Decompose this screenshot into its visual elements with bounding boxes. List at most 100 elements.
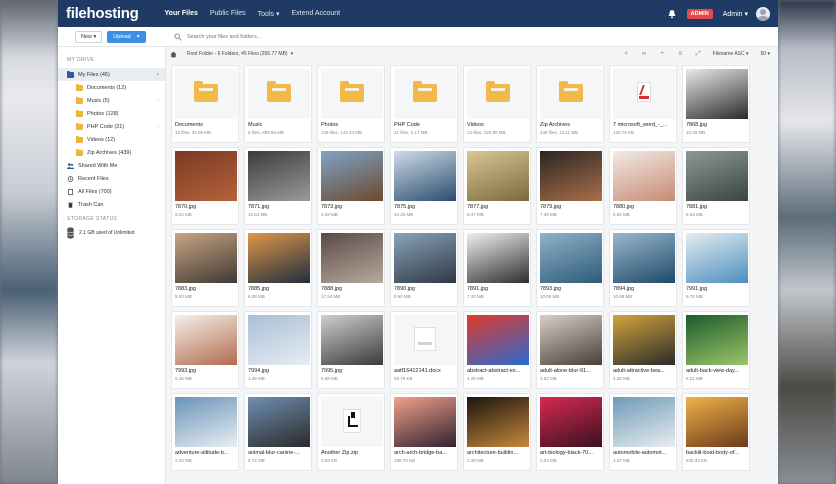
sidebar-item-zip-archives[interactable]: Zip Archives (439) [58, 146, 165, 159]
file-meta: 8.38 MB [248, 294, 265, 299]
new-button[interactable]: New ▾ [75, 30, 103, 43]
file-name: 7883.jpg [175, 286, 197, 292]
image-thumbnail [321, 233, 383, 283]
file-card[interactable]: 7880.jpg 6.94 MB [609, 147, 677, 225]
file-card[interactable]: 7871.jpg 12.54 MB [244, 147, 312, 225]
file-card[interactable]: 7883.jpg 5.93 MB [171, 229, 239, 307]
file-card[interactable]: 7885.jpg 8.38 MB [244, 229, 312, 307]
file-card[interactable]: adventure-altitude-b... 2.03 MB [171, 393, 239, 471]
add-icon[interactable]: + [659, 51, 666, 58]
file-name: 7888.jpg [321, 286, 343, 292]
bell-icon[interactable] [667, 9, 677, 19]
user-menu[interactable]: Admin ▾ [723, 10, 748, 18]
file-card[interactable]: 7875.jpg 10.26 MB [390, 147, 458, 225]
chevron-down-icon[interactable]: ▾ [291, 51, 294, 57]
nav-tools[interactable]: Tools ▾ [258, 10, 280, 18]
file-card[interactable]: automobile-automot... 3.37 MB [609, 393, 677, 471]
file-card[interactable]: art-biology-black-70... 2.03 MB [536, 393, 604, 471]
file-meta: 439 files, 13.11 MB [540, 130, 579, 135]
file-card[interactable]: 7994.jpg 1.48 MB [244, 311, 312, 389]
file-name: 7 microsoft_word_-_... [613, 122, 668, 128]
folder-card[interactable]: Documents 12 files, 34.09 MB [171, 65, 239, 143]
sidebar-item-label: Documents (12) [87, 84, 127, 91]
file-card[interactable]: 7881.jpg 6.63 MB [682, 147, 750, 225]
file-card[interactable]: animal-blur-canine-... 5.74 MB [244, 393, 312, 471]
file-meta: 5 files, 869.56 MB [248, 130, 285, 135]
folder-card[interactable]: PHP Code 21 files, 5.17 MB [390, 65, 458, 143]
file-card[interactable]: backlit-boat-body-of... 636.33 KB [682, 393, 750, 471]
avatar[interactable] [756, 6, 770, 21]
breadcrumb-text[interactable]: Root Folder - 6 Folders, 45 Files (256.7… [187, 51, 288, 57]
sidebar-item-videos[interactable]: Videos (12) [58, 133, 165, 146]
file-meta: 3.83 KB [321, 458, 338, 463]
link-icon[interactable]: ∞ [641, 51, 648, 58]
file-card[interactable]: architecture-buildin... 2.38 MB [463, 393, 531, 471]
sort-select[interactable]: Filename ASC ▾ [713, 51, 749, 57]
file-name: Documents [175, 122, 203, 128]
file-thumbnail [394, 315, 456, 365]
file-card[interactable]: 7995.jpg 6.88 MB [317, 311, 385, 389]
file-card[interactable]: Another Zip.zip 3.83 KB [317, 393, 385, 471]
sidebar-item-recent[interactable]: Recent Files [58, 172, 165, 185]
upload-button[interactable]: Upload ▾ [107, 30, 146, 43]
file-card[interactable]: adult-back-view-day... 5.21 MB [682, 311, 750, 389]
nav-extend-account[interactable]: Extend Account [291, 10, 340, 17]
folder-card[interactable]: Videos 12 files, 225.96 MB [463, 65, 531, 143]
sidebar-item-all-files[interactable]: All Files (700) [58, 185, 165, 198]
image-thumbnail [686, 69, 748, 119]
select-all-icon[interactable]: ≡ [677, 51, 684, 58]
file-card[interactable]: 7 microsoft_word_-_... 125.78 KB [609, 65, 677, 143]
file-name: Music [248, 122, 263, 128]
per-page-select[interactable]: 50 ▾ [761, 51, 770, 57]
sidebar-item-my-files[interactable]: My Files (45) ▾ [58, 68, 165, 81]
app-window: filehosting Your Files Public Files Tool… [58, 0, 778, 484]
file-card[interactable]: 7870.jpg 9.22 MB [171, 147, 239, 225]
sidebar-item-music[interactable]: Music (5) › [58, 94, 165, 107]
folder-icon [194, 81, 218, 102]
file-card[interactable]: 7873.jpg 4.29 MB [317, 147, 385, 225]
image-thumbnail [248, 397, 310, 447]
sidebar-item-photos[interactable]: Photos (128) [58, 107, 165, 120]
file-card[interactable]: 7868.jpg 10.29 MB [682, 65, 750, 143]
nav-your-files[interactable]: Your Files [165, 10, 198, 17]
logo[interactable]: filehosting [66, 5, 139, 22]
file-meta: 5.93 MB [175, 294, 192, 299]
breadcrumb: Root Folder - 6 Folders, 45 Files (256.7… [166, 47, 778, 61]
file-card[interactable]: arch-arch-bridge-ba... 198.70 KB [390, 393, 458, 471]
search-input[interactable] [187, 33, 487, 40]
storage-heading: STORAGE STATUS [67, 216, 118, 222]
image-thumbnail [248, 315, 310, 365]
file-card[interactable]: 7893.jpg 10.09 MB [536, 229, 604, 307]
file-meta: 6.63 MB [686, 212, 703, 217]
file-card[interactable]: adult-alone-blur-91... 3.52 MB [536, 311, 604, 389]
share-icon[interactable]: < [623, 51, 630, 58]
file-card[interactable]: 7888.jpg 17.54 MB [317, 229, 385, 307]
nav-public-files[interactable]: Public Files [210, 10, 246, 17]
file-meta: 12 files, 225.96 MB [467, 130, 506, 135]
file-card[interactable]: 7877.jpg 6.47 MB [463, 147, 531, 225]
image-thumbnail [321, 315, 383, 365]
file-card[interactable]: 7894.jpg 10.95 MB [609, 229, 677, 307]
file-card[interactable]: aatf16412141.docx 50.79 KB [390, 311, 458, 389]
sidebar-item-documents[interactable]: Documents (12) [58, 81, 165, 94]
file-name: 7894.jpg [613, 286, 635, 292]
file-name: art-biology-black-70... [540, 450, 593, 456]
file-card[interactable]: 7991.jpg 5.76 MB [682, 229, 750, 307]
folder-card[interactable]: Photos 128 files, 144.24 MB [317, 65, 385, 143]
folder-card[interactable]: Music 5 files, 869.56 MB [244, 65, 312, 143]
file-meta: 21 files, 5.17 MB [394, 130, 428, 135]
fullscreen-icon[interactable]: ⤢ [695, 51, 702, 58]
file-card[interactable]: 7879.jpg 7.09 MB [536, 147, 604, 225]
sidebar-item-shared[interactable]: Shared With Me [58, 159, 165, 172]
file-card[interactable]: 7993.jpg 5.16 MB [171, 311, 239, 389]
home-icon[interactable] [170, 51, 177, 58]
folder-card[interactable]: Zip Archives 439 files, 13.11 MB [536, 65, 604, 143]
file-card[interactable]: 7890.jpg 9.60 MB [390, 229, 458, 307]
file-card[interactable]: 7891.jpg 7.32 MB [463, 229, 531, 307]
file-card[interactable]: adult-attractive-bea... 4.28 MB [609, 311, 677, 389]
sidebar-item-php-code[interactable]: PHP Code (21) › [58, 120, 165, 133]
file-meta: 7.32 MB [467, 294, 484, 299]
sidebar-item-trash[interactable]: Trash Can [58, 198, 165, 211]
upload-label: Upload [113, 33, 131, 40]
file-card[interactable]: abstract-abstract-ex... 4.29 MB [463, 311, 531, 389]
